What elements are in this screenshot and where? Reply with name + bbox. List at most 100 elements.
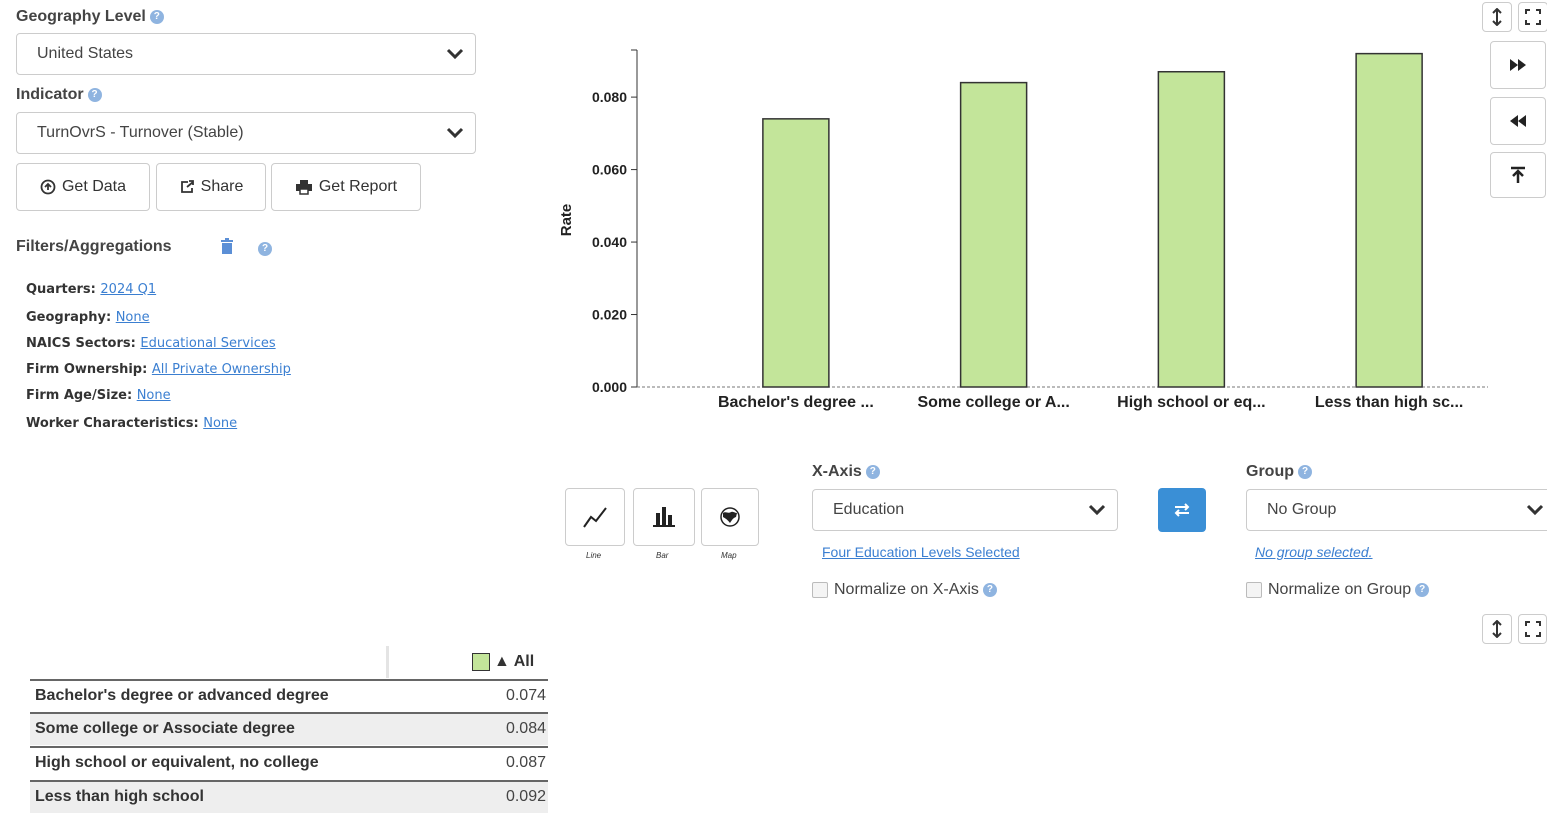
row-label: Less than high school — [35, 788, 204, 805]
bar-chart: 0.000 0.020 0.040 0.060 0.080 Rate Bachelor's … — [558, 49, 1488, 411]
group-value: No Group — [1267, 501, 1337, 518]
get-data-button[interactable]: Get Data — [16, 163, 150, 211]
legend-swatch — [472, 653, 490, 671]
swap-axes-button[interactable] — [1158, 488, 1206, 532]
table-resize-vertical-button[interactable] — [1482, 614, 1512, 644]
line-chart-button[interactable] — [565, 488, 625, 546]
indicator-text: Indicator — [16, 86, 84, 103]
y-axis-label: Rate — [558, 204, 575, 237]
bar-chart-icon — [653, 507, 675, 527]
geography-level-label: Geography Level? — [16, 8, 164, 26]
swap-arrows-icon — [1174, 503, 1190, 517]
group-selected-link[interactable]: No group selected. — [1255, 544, 1373, 560]
geography-level-text: Geography Level — [16, 8, 146, 25]
help-icon[interactable]: ? — [87, 87, 102, 102]
filter-naics: NAICS Sectors: Educational Services — [26, 336, 276, 351]
row-value: 0.087 — [505, 754, 546, 771]
row-value: 0.092 — [505, 788, 546, 805]
arrows-vertical-icon — [1492, 620, 1502, 638]
chevron-down-icon — [446, 48, 464, 60]
help-icon[interactable]: ? — [982, 582, 997, 597]
share-button[interactable]: Share — [156, 163, 266, 211]
x-axis-levels-link[interactable]: Four Education Levels Selected — [822, 544, 1020, 560]
group-select[interactable]: No Group — [1246, 489, 1547, 531]
y-tick-label: 0.040 — [592, 234, 627, 250]
filter-quarters-link[interactable]: 2024 Q1 — [100, 282, 156, 297]
y-tick-label: 0.020 — [592, 307, 627, 323]
row-label: Bachelor's degree or advanced degree — [35, 687, 329, 704]
fast-forward-icon — [1510, 59, 1526, 71]
help-icon[interactable]: ? — [1298, 464, 1312, 479]
help-icon[interactable]: ? — [1415, 582, 1430, 597]
rewind-button[interactable] — [1490, 97, 1546, 145]
row-label: High school or equivalent, no college — [35, 754, 319, 771]
arrows-vertical-icon — [1492, 8, 1502, 26]
x-tick-label: Less than high sc... — [1315, 394, 1463, 411]
normalize-group-checkbox[interactable] — [1246, 581, 1262, 598]
fast-forward-button[interactable] — [1490, 41, 1546, 89]
indicator-select[interactable]: TurnOvrS - Turnover (Stable) — [16, 112, 476, 154]
normalize-group-label: Normalize on Group — [1268, 581, 1412, 598]
trash-icon[interactable] — [219, 237, 235, 255]
filter-ownership-link[interactable]: All Private Ownership — [152, 362, 291, 377]
filters-title: Filters/Aggregations — [16, 238, 172, 256]
move-top-button[interactable] — [1490, 152, 1546, 198]
get-data-label: Get Data — [61, 178, 127, 195]
table-header-divider — [386, 646, 389, 678]
filter-geography: Geography: None — [26, 310, 150, 325]
chevron-down-icon — [1088, 504, 1106, 516]
row-value: 0.074 — [505, 687, 546, 704]
resize-vertical-button[interactable] — [1482, 2, 1512, 32]
help-icon[interactable]: ? — [865, 464, 880, 479]
y-tick-label: 0.080 — [592, 89, 627, 105]
fullscreen-button[interactable] — [1518, 2, 1547, 32]
filter-firm-age-link[interactable]: None — [137, 388, 171, 403]
map-chart-button[interactable] — [701, 488, 759, 546]
bar — [959, 81, 1028, 388]
filter-ownership: Firm Ownership: All Private Ownership — [26, 362, 291, 377]
x-axis-value: Education — [833, 501, 905, 518]
chevron-down-icon — [446, 127, 464, 139]
x-tick-label: High school or eq... — [1117, 394, 1265, 411]
bar — [762, 118, 830, 388]
map-caption: Map — [721, 551, 737, 560]
row-label: Some college or Associate degree — [35, 720, 295, 737]
normalize-group: Normalize on Group? — [1246, 581, 1430, 599]
help-icon[interactable]: ? — [149, 9, 164, 24]
normalize-x-axis: Normalize on X-Axis? — [812, 581, 997, 599]
print-icon — [295, 180, 312, 195]
filter-worker-link[interactable]: None — [203, 416, 237, 431]
filter-key: Geography: — [26, 310, 112, 325]
x-axis-label: X-Axis? — [812, 463, 880, 481]
x-axis-select[interactable]: Education — [812, 489, 1118, 531]
globe-icon — [720, 507, 740, 527]
download-circle-icon — [40, 179, 56, 195]
filter-quarters: Quarters: 2024 Q1 — [26, 282, 156, 297]
table-header-label: ▲ All — [494, 653, 535, 670]
normalize-x-axis-checkbox[interactable] — [812, 581, 828, 598]
filter-firm-age: Firm Age/Size: None — [26, 388, 171, 403]
bar — [1355, 52, 1423, 388]
y-tick-label: 0.000 — [592, 379, 627, 395]
table-row: High school or equivalent, no college 0.… — [30, 746, 548, 779]
row-value: 0.084 — [505, 720, 546, 737]
normalize-x-axis-label: Normalize on X-Axis — [834, 581, 979, 598]
arrow-to-top-icon — [1511, 166, 1525, 183]
get-report-button[interactable]: Get Report — [271, 163, 421, 211]
geography-level-select[interactable]: United States — [16, 33, 476, 75]
share-icon — [180, 180, 194, 193]
x-tick-label: Bachelor's degree ... — [718, 394, 874, 411]
table-header-all[interactable]: ▲ All — [472, 653, 534, 671]
bar-chart-button[interactable] — [633, 488, 695, 546]
bar — [1157, 70, 1226, 388]
filter-key: NAICS Sectors: — [26, 336, 136, 351]
line-chart-icon — [583, 507, 607, 528]
help-icon[interactable]: ? — [258, 242, 272, 256]
filter-geography-link[interactable]: None — [116, 310, 150, 325]
table-fullscreen-button[interactable] — [1518, 614, 1547, 644]
filter-key: Firm Age/Size: — [26, 388, 133, 403]
share-label: Share — [200, 178, 244, 195]
filter-naics-link[interactable]: Educational Services — [140, 336, 275, 351]
x-axis-label-text: X-Axis — [812, 463, 862, 480]
indicator-label: Indicator? — [16, 86, 102, 104]
